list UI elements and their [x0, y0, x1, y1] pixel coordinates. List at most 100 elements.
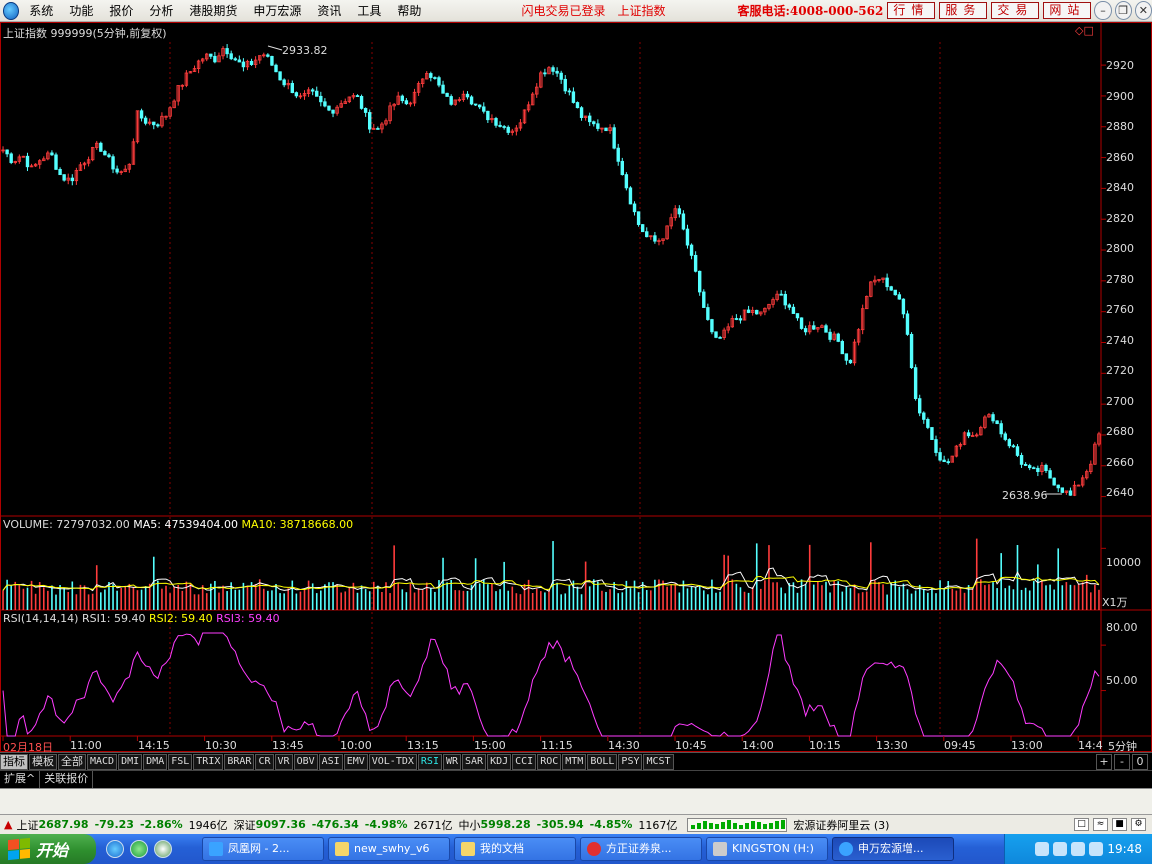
tab-boll[interactable]: BOLL [587, 753, 618, 770]
update-icon[interactable] [1089, 842, 1104, 856]
candle-body [636, 211, 641, 225]
candle-body [934, 439, 938, 453]
browser-icon[interactable] [130, 840, 148, 858]
tab-mcst[interactable]: MCST [643, 753, 674, 770]
tab-fsl[interactable]: FSL [168, 753, 193, 770]
rsi-name: RSI(14,14,14) [3, 612, 79, 625]
candle-body [604, 127, 608, 132]
candle-body [579, 107, 584, 118]
tab-brar[interactable]: BRAR [224, 753, 255, 770]
tab-dmi[interactable]: DMI [118, 753, 143, 770]
desktop-icon[interactable] [154, 840, 172, 858]
tab-vr[interactable]: VR [274, 753, 293, 770]
candle-body [714, 331, 718, 338]
tab-mtm[interactable]: MTM [562, 753, 587, 770]
menu-broker[interactable]: 申万宏源 [247, 2, 311, 19]
menu-hk-futures[interactable]: 港股期货 [183, 2, 247, 19]
tab-macd[interactable]: MACD [87, 753, 118, 770]
broker-server[interactable]: 宏源证券阿里云 (3) [793, 817, 889, 833]
candle-body [966, 432, 971, 437]
tab-asi[interactable]: ASI [318, 753, 343, 770]
volume-value: 72797032.00 [56, 518, 130, 531]
tab-obv[interactable]: OBV [293, 753, 318, 770]
candle-body [799, 317, 804, 329]
kline-chart-area[interactable]: 上证指数 999999(5分钟,前复权) ◇□ 2933.82 2638.96 … [0, 22, 1152, 754]
ie-icon[interactable] [106, 840, 124, 858]
reset-zoom-button[interactable]: 0 [1132, 753, 1148, 770]
tab-template[interactable]: 模板 [29, 753, 57, 770]
candle-body [991, 414, 995, 422]
chart-options-icon[interactable]: ◇□ [1075, 24, 1094, 37]
sz-pct: -4.98% [364, 818, 408, 831]
tab-psy[interactable]: PSY [618, 753, 643, 770]
tab-all[interactable]: 全部 [58, 753, 86, 770]
candle-body [795, 313, 800, 319]
trade-button[interactable]: 交易 [991, 2, 1040, 19]
website-button[interactable]: 网站 [1043, 2, 1092, 19]
candle-body [1052, 477, 1056, 486]
market-button[interactable]: 行情 [887, 2, 936, 19]
tab-wr[interactable]: WR [442, 753, 462, 770]
candle-body [1032, 467, 1036, 470]
chart-canvas[interactable] [0, 22, 1152, 752]
volume-icon[interactable] [1053, 842, 1068, 856]
restore-icon[interactable]: ❐ [1114, 1, 1132, 20]
menu-system[interactable]: 系统 [23, 2, 63, 19]
candle-body [812, 325, 816, 330]
tab-roc[interactable]: ROC [537, 753, 562, 770]
lock-icon[interactable]: ■ [1112, 818, 1127, 831]
tab-dma[interactable]: DMA [143, 753, 168, 770]
tab-trix[interactable]: TRIX [193, 753, 224, 770]
candle-body [897, 294, 902, 300]
start-button[interactable]: 开始 [0, 834, 96, 864]
wifi-icon[interactable]: ≈ [1093, 818, 1108, 831]
menu-quote[interactable]: 报价 [103, 2, 143, 19]
menu-news[interactable]: 资讯 [311, 2, 351, 19]
menu-function[interactable]: 功能 [63, 2, 103, 19]
tab-related-quotes[interactable]: 关联报价 [40, 771, 94, 788]
candle-body [901, 298, 906, 315]
zoom-in-button[interactable]: + [1096, 753, 1112, 770]
candle-body [1036, 467, 1040, 472]
candle-body [143, 117, 148, 124]
trade-login-status: 闪电交易已登录 [521, 4, 606, 18]
tab-vol-tdx[interactable]: VOL-TDX [368, 753, 417, 770]
taskbar-item-label: new_swhy_v6 [354, 842, 430, 855]
menu-analysis[interactable]: 分析 [143, 2, 183, 19]
zoom-out-button[interactable]: - [1114, 753, 1130, 770]
taskbar-item[interactable]: 方正证券泉... [580, 837, 702, 861]
price-tick: 2800 [1106, 242, 1134, 255]
tab-cci[interactable]: CCI [512, 753, 537, 770]
taskbar-item[interactable]: KINGSTON (H:) [706, 837, 828, 861]
status-icons: □ ≈ ■ ⚙ [1070, 818, 1146, 831]
taskbar-item-active[interactable]: 申万宏源增... [832, 837, 954, 861]
taskbar-item[interactable]: 我的文档 [454, 837, 576, 861]
windows-logo-icon [8, 837, 30, 861]
taskbar-item[interactable]: new_swhy_v6 [328, 837, 450, 861]
candle-body [368, 112, 372, 130]
window-icon[interactable]: □ [1074, 818, 1089, 831]
candle-body [946, 461, 950, 464]
close-icon[interactable]: ✕ [1134, 1, 1152, 20]
tab-rsi[interactable]: RSI [417, 753, 442, 770]
tab-indicator[interactable]: 指标 [0, 753, 28, 770]
settings-icon[interactable]: ⚙ [1131, 818, 1146, 831]
tab-kdj[interactable]: KDJ [487, 753, 512, 770]
candle-body [502, 126, 506, 128]
candle-body [70, 177, 74, 182]
tab-cr[interactable]: CR [255, 753, 274, 770]
menu-tools[interactable]: 工具 [351, 2, 391, 19]
candle-body [1048, 470, 1052, 479]
tab-emv[interactable]: EMV [343, 753, 368, 770]
taskbar-item[interactable]: 凤凰网 - 2... [202, 837, 324, 861]
login-status: 闪电交易已登录 上证指数 [521, 2, 677, 19]
tab-expand[interactable]: 扩展^ [0, 771, 41, 788]
tab-sar[interactable]: SAR [462, 753, 487, 770]
candle-body [213, 55, 217, 63]
shield-icon[interactable] [1071, 842, 1086, 856]
menu-help[interactable]: 帮助 [391, 2, 431, 19]
minimize-icon[interactable]: – [1094, 1, 1112, 20]
network-icon[interactable] [1035, 842, 1050, 856]
candle-body [693, 254, 698, 272]
service-button[interactable]: 服务 [939, 2, 988, 19]
